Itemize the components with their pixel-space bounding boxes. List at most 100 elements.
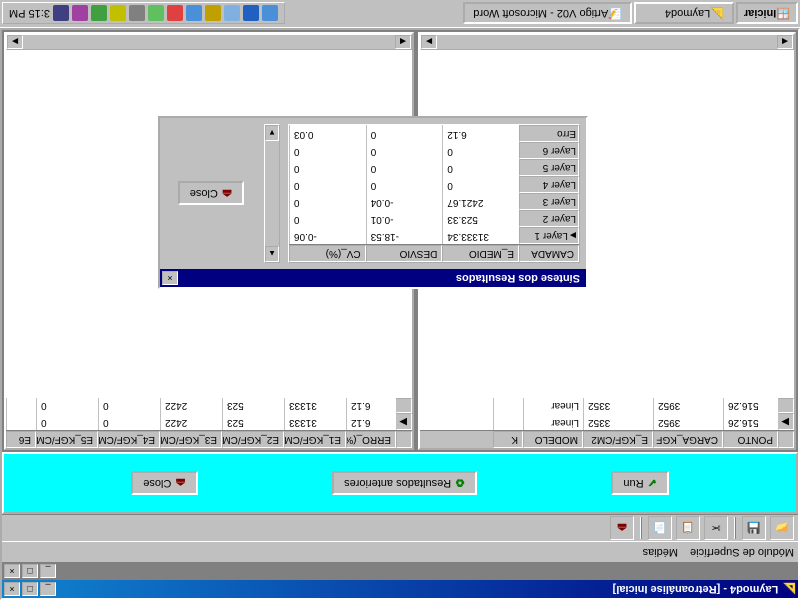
modal-close-label: Close	[190, 188, 218, 200]
cell: 0	[289, 159, 366, 176]
taskbar-item-word[interactable]: 📝 Artigo V02 - Microsoft Word	[463, 3, 632, 25]
tray-icon[interactable]	[262, 6, 278, 22]
taskbar-item-laymod[interactable]: 📐 Laymod4	[634, 3, 734, 25]
table-row[interactable]: Layer 1 31333.34 -18.53 -0.06	[289, 227, 579, 244]
right-scrollbar[interactable]: ◀ ▶	[6, 34, 412, 50]
menu-medias[interactable]: Médias	[643, 546, 678, 558]
scroll-right-icon[interactable]: ▶	[7, 35, 23, 49]
table-row[interactable]: Layer 4 0 0 0	[289, 176, 579, 193]
previous-results-button[interactable]: ♻ Resultados anteriores	[332, 471, 477, 495]
cell: 3952	[653, 413, 723, 430]
col-e1[interactable]: E1_KGF/CM2	[284, 431, 346, 448]
table-row[interactable]: ▶ 516.26 3952 3352 Linear	[420, 413, 794, 430]
mdi-maximize-button[interactable]: □	[22, 564, 38, 578]
tray-icon[interactable]	[167, 6, 183, 22]
scroll-right-icon[interactable]: ▶	[421, 35, 437, 49]
tray-icon[interactable]	[72, 6, 88, 22]
col-e5[interactable]: E5_KGF/CM2	[36, 431, 98, 448]
close-button[interactable]: ×	[4, 582, 20, 596]
menu-modulo[interactable]: Módulo de Superfície	[690, 546, 794, 558]
save-icon[interactable]: 💾	[742, 516, 766, 540]
scroll-left-icon[interactable]: ◀	[395, 35, 411, 49]
app-titlebar: 📐 Laymod4 - [Retroanálise Inicial] _ □ ×	[2, 580, 798, 598]
start-button[interactable]: 🪟 Iniciar	[736, 3, 798, 25]
tray-icon[interactable]	[129, 6, 145, 22]
col-ponto[interactable]: PONTO	[723, 431, 778, 448]
left-scrollbar[interactable]: ◀ ▶	[420, 34, 794, 50]
scroll-thumb[interactable]	[265, 141, 279, 246]
scroll-track[interactable]	[23, 35, 395, 49]
modal-close-button[interactable]: ⏏ Close	[178, 182, 245, 206]
cut-icon[interactable]: ✂	[704, 516, 728, 540]
mdi-minimize-button[interactable]: _	[40, 564, 56, 578]
tray-icon[interactable]	[91, 6, 107, 22]
col-e4[interactable]: E4_KGF/CM2	[98, 431, 160, 448]
col-e[interactable]: E_KGF/CM2	[583, 431, 653, 448]
minimize-button[interactable]: _	[40, 582, 56, 596]
table-row[interactable]: Layer 2 523.33 -0.01 0	[289, 210, 579, 227]
tray-icon[interactable]	[205, 6, 221, 22]
tray-icon[interactable]	[224, 6, 240, 22]
cell: 0	[36, 398, 98, 413]
row-label: Layer 2	[519, 210, 579, 227]
cell: 0	[366, 125, 443, 142]
modal-close-x[interactable]: ×	[162, 271, 178, 285]
scroll-track[interactable]	[437, 35, 777, 49]
cell: 3352	[583, 413, 653, 430]
table-row[interactable]: Layer 6 0 0 0	[289, 142, 579, 159]
clock[interactable]: 3:15 PM	[9, 8, 50, 20]
row-indicator	[396, 398, 412, 413]
cell: 0	[366, 159, 443, 176]
copy-icon[interactable]: 📋	[676, 516, 700, 540]
tray-icon[interactable]	[186, 6, 202, 22]
row-indicator	[778, 398, 794, 413]
cell: 2422	[160, 413, 222, 430]
col-e6[interactable]: E6	[6, 431, 36, 448]
col-k[interactable]: K	[493, 431, 523, 448]
maximize-button[interactable]: □	[22, 582, 38, 596]
cell	[493, 413, 523, 430]
table-row[interactable]: Layer 3 2421.67 -0.04 0	[289, 193, 579, 210]
table-row[interactable]: ▶ 6.12 31333 523 2422 0 0	[6, 413, 412, 430]
modal-window-controls: ×	[162, 271, 178, 285]
col-carga[interactable]: CARGA_KGF	[653, 431, 723, 448]
col-erro[interactable]: ERRO_(%)	[346, 431, 396, 448]
run-button[interactable]: ✔ Run	[611, 471, 668, 495]
table-row[interactable]: 6.12 31333 523 2422 0 0	[6, 398, 412, 413]
table-row[interactable]: Erro 6.12 0 0.03	[289, 125, 579, 142]
open-icon[interactable]: 📂	[770, 516, 794, 540]
taskbar: 🪟 Iniciar 📐 Laymod4 📝 Artigo V02 - Micro…	[0, 0, 800, 28]
scroll-up-icon[interactable]: ▲	[265, 246, 279, 262]
cell: 0	[98, 398, 160, 413]
col-cv[interactable]: CV_(%)	[289, 245, 366, 262]
col-e3[interactable]: E3_KGF/CM2	[160, 431, 222, 448]
col-camada[interactable]: CAMADA	[519, 245, 579, 262]
exit-icon[interactable]: ⏏	[610, 516, 634, 540]
modal-scrollbar[interactable]: ▲ ▼	[264, 124, 280, 263]
col-e2[interactable]: E2_KGF/CM2	[222, 431, 284, 448]
menubar: Módulo de Superfície Médias	[2, 542, 798, 562]
exit-icon: ⏏	[222, 187, 232, 200]
close-label: Close	[143, 477, 171, 489]
scroll-left-icon[interactable]: ◀	[777, 35, 793, 49]
close-panel-button[interactable]: ⏏ Close	[131, 471, 198, 495]
tray-icon[interactable]	[148, 6, 164, 22]
cell: 0	[366, 142, 443, 159]
table-row[interactable]: 516.26 3952 3352 Linear	[420, 398, 794, 413]
scroll-down-icon[interactable]: ▼	[265, 125, 279, 141]
tray-icon[interactable]	[243, 6, 259, 22]
row-label: Layer 3	[519, 193, 579, 210]
col-modelo[interactable]: MODELO	[523, 431, 583, 448]
col-desvio[interactable]: DESVIO	[366, 245, 443, 262]
row-indicator-header	[778, 431, 794, 448]
word-icon: 📝	[608, 7, 622, 20]
mdi-close-button[interactable]: ×	[4, 564, 20, 578]
paste-icon[interactable]: 📄	[648, 516, 672, 540]
table-row[interactable]: Layer 5 0 0 0	[289, 159, 579, 176]
cell: 0	[36, 413, 98, 430]
results-modal: Síntese dos Resultados × CAMADA E_MEDIO …	[158, 116, 588, 289]
tray-icon[interactable]	[110, 6, 126, 22]
tray-icon[interactable]	[53, 6, 69, 22]
col-emedio[interactable]: E_MEDIO	[442, 245, 519, 262]
cell: 0.03	[289, 125, 366, 142]
